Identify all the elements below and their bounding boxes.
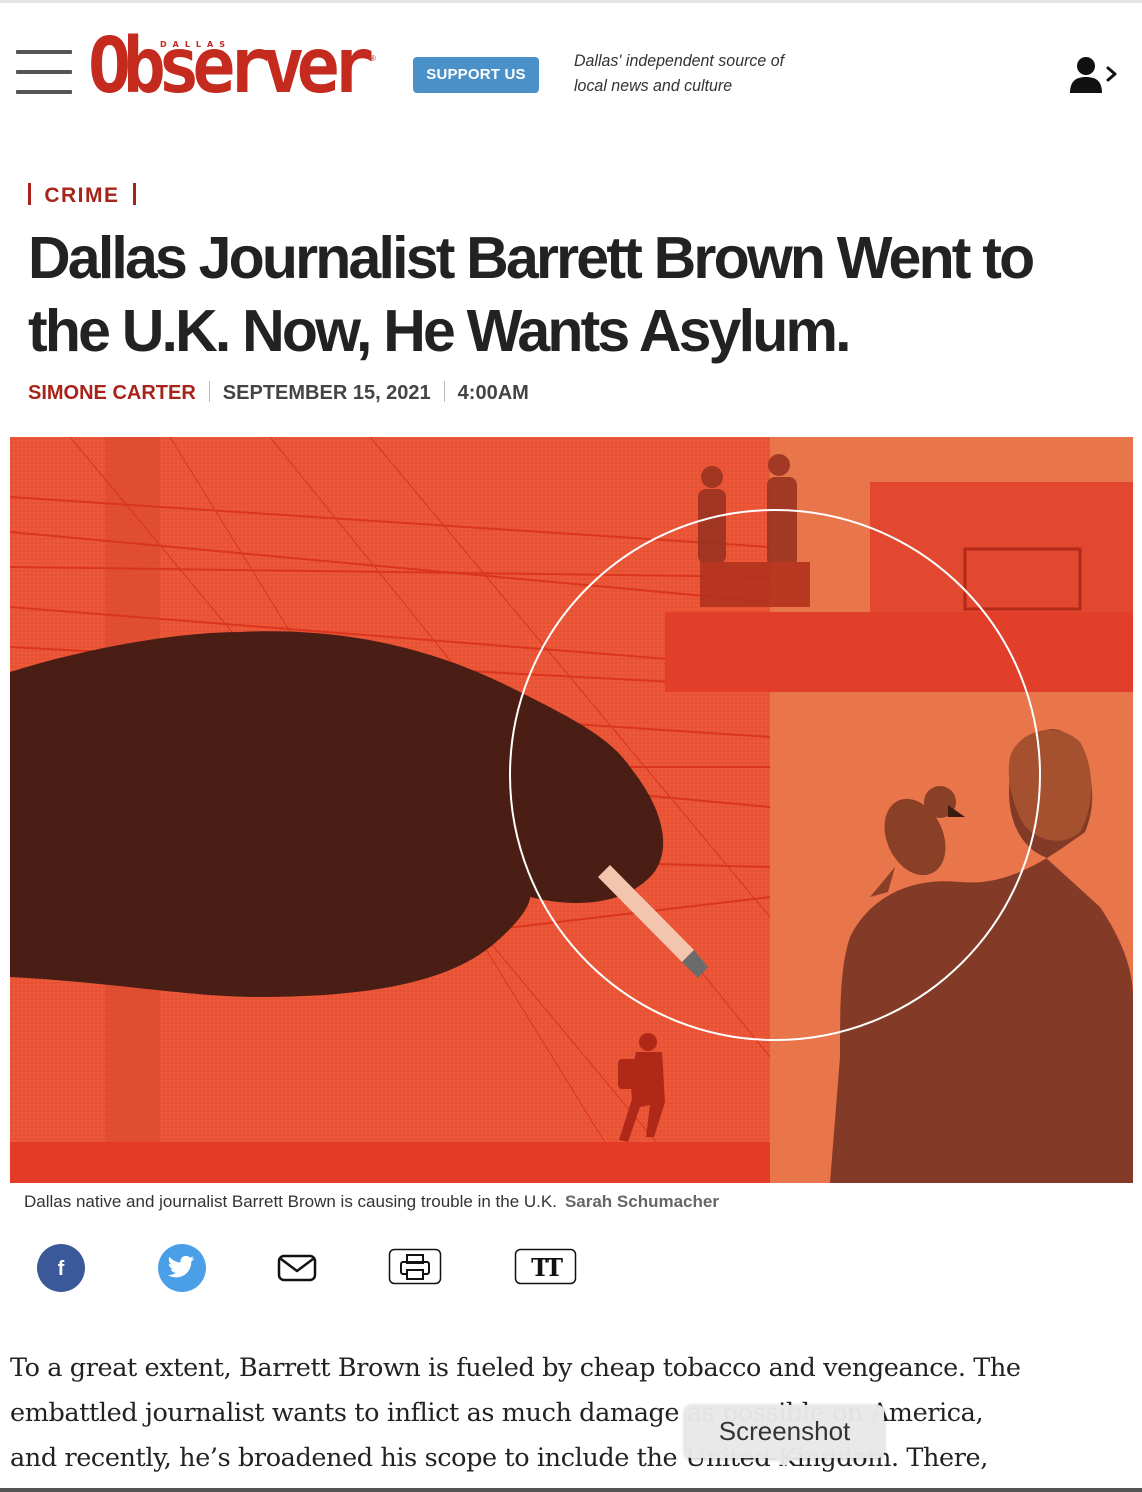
twitter-icon: [167, 1255, 195, 1278]
section-bar-left: [28, 183, 31, 205]
image-caption: Dallas native and journalist Barrett Bro…: [24, 1192, 719, 1212]
facebook-glyph: f: [58, 1258, 65, 1280]
email-share-button[interactable]: [276, 1253, 318, 1283]
text-size-icon: TT: [514, 1248, 577, 1285]
registered-mark: ®: [370, 54, 376, 63]
top-border: [0, 0, 1142, 3]
caption-text: Dallas native and journalist Barrett Bro…: [24, 1192, 557, 1211]
article-headline: Dallas Journalist Barrett Brown Went to …: [28, 222, 1128, 368]
body-line: To a great extent, Barrett Brown is fuel…: [10, 1353, 1021, 1383]
publish-date: SEPTEMBER 15, 2021: [222, 382, 431, 404]
facebook-icon: f: [58, 1258, 65, 1280]
section-tag-crime[interactable]: CRIME: [28, 183, 136, 211]
twitter-share-button[interactable]: [158, 1244, 206, 1292]
byline-separator: [208, 381, 210, 402]
author-link[interactable]: SIMONE CARTER: [28, 382, 196, 404]
tagline-line-1: Dallas' independent source of: [574, 51, 785, 70]
bottom-edge: [0, 1488, 1142, 1492]
byline-separator: [443, 381, 445, 402]
print-button[interactable]: [388, 1248, 442, 1285]
body-line: embattled journalist wants to inflict as…: [10, 1398, 984, 1428]
article-body: To a great extent, Barrett Brown is fuel…: [10, 1346, 1130, 1481]
envelope-icon: [277, 1254, 317, 1282]
text-size-glyph: TT: [531, 1253, 563, 1282]
hero-image[interactable]: [10, 437, 1133, 1183]
body-line: and recently, he’s broadened his scope t…: [10, 1443, 988, 1473]
facebook-share-button[interactable]: f: [37, 1244, 85, 1292]
text-size-button[interactable]: TT: [514, 1248, 577, 1285]
screenshot-tooltip[interactable]: Screenshot: [685, 1405, 884, 1458]
headline-line-2: the U.K. Now, He Wants Asylum.: [28, 298, 852, 364]
section-label: CRIME: [44, 184, 120, 207]
printer-icon: [388, 1248, 442, 1285]
tooltip-arrow: [775, 1458, 793, 1467]
headline-line-1: Dallas Journalist Barrett Brown Went to: [28, 225, 1035, 291]
byline: SIMONE CARTER SEPTEMBER 15, 2021 4:00AM: [28, 381, 529, 407]
hamburger-menu-icon[interactable]: [16, 50, 72, 96]
photo-credit: Sarah Schumacher: [564, 1192, 719, 1211]
logo-observer-text: Observer: [88, 22, 374, 111]
site-logo[interactable]: DALLAS Observer ®: [88, 28, 383, 114]
publish-time: 4:00AM: [457, 382, 529, 404]
tagline-line-2: local news and culture: [574, 76, 733, 95]
site-tagline: Dallas' independent source of local news…: [574, 48, 818, 98]
support-us-button[interactable]: SUPPORT US: [413, 57, 539, 93]
section-bar-right: [132, 183, 136, 205]
user-account-icon[interactable]: [1066, 52, 1122, 98]
